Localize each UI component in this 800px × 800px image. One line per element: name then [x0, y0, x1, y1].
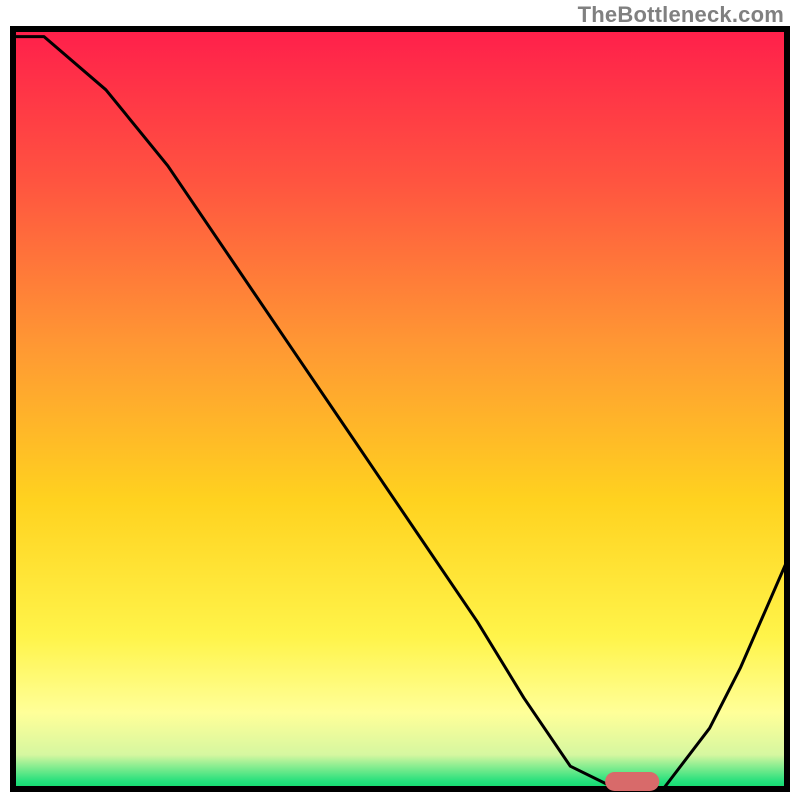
bottleneck-chart — [0, 0, 800, 800]
watermark-text: TheBottleneck.com — [578, 2, 784, 28]
gradient-background — [13, 29, 787, 789]
optimal-marker — [605, 772, 659, 791]
chart-container: { "watermark": "TheBottleneck.com", "cha… — [0, 0, 800, 800]
